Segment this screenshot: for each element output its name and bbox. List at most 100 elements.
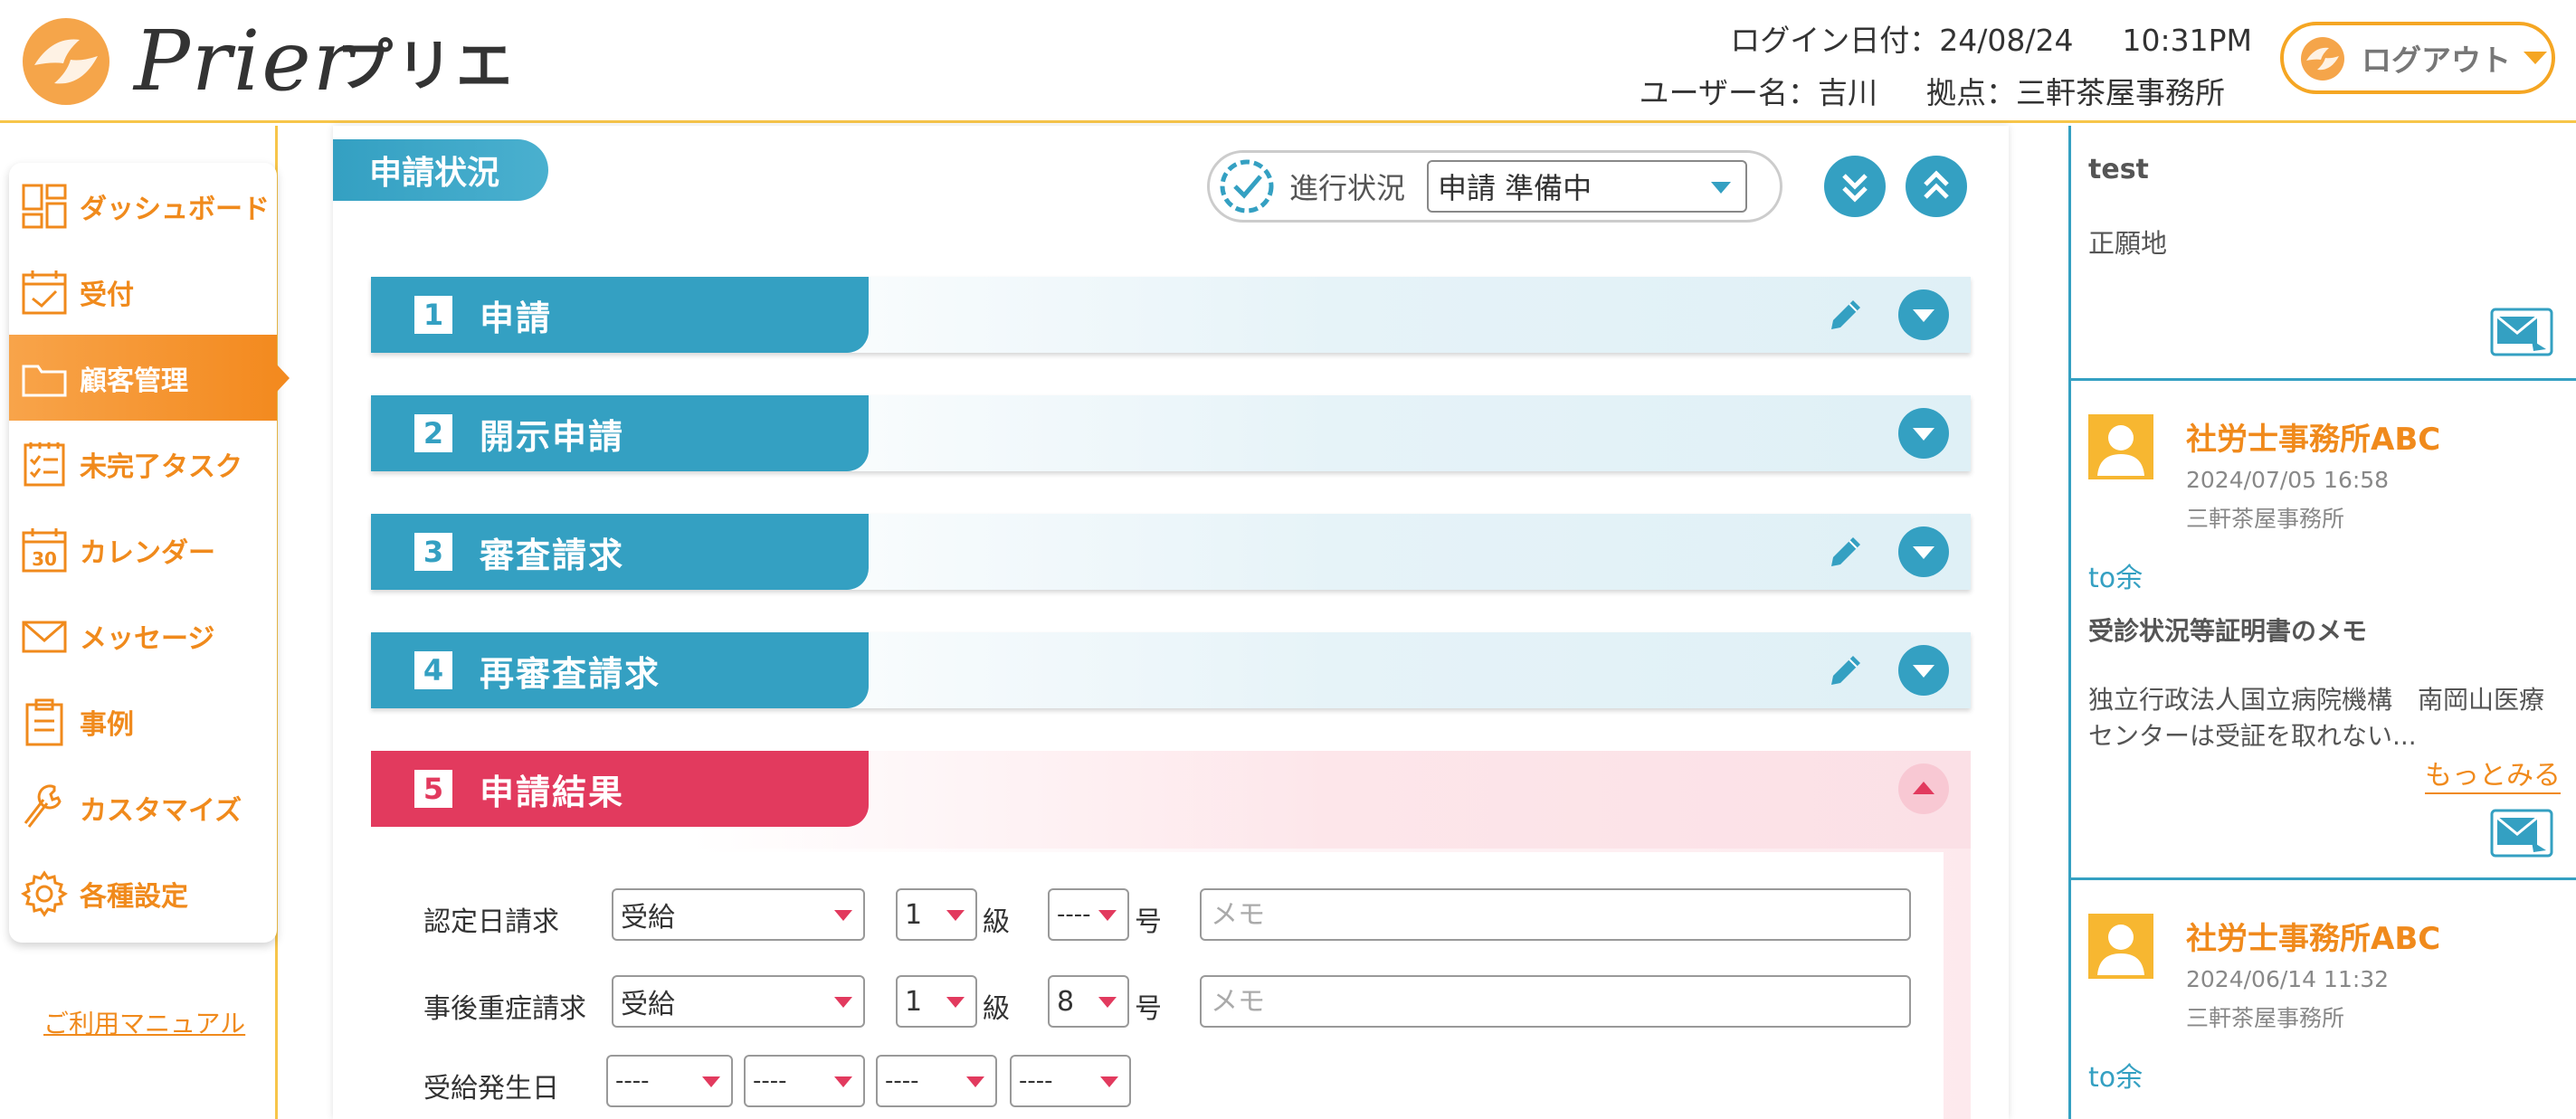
section-title: 審査請求 — [480, 535, 625, 575]
pencil-icon[interactable] — [1824, 649, 1868, 692]
day-select[interactable]: ---- — [1010, 1055, 1131, 1107]
message-branch: 三軒茶屋事務所 — [2186, 506, 2345, 532]
section-title: 申請 — [480, 298, 553, 338]
mail-reply-icon[interactable] — [2490, 809, 2553, 858]
pencil-icon[interactable] — [1824, 293, 1868, 337]
section-number: 3 — [414, 533, 452, 571]
section-reexamination-request[interactable]: 4 再審査請求 — [371, 632, 1971, 708]
caret-down-icon — [1100, 1076, 1118, 1087]
section-application[interactable]: 1 申請 — [371, 277, 1971, 353]
expand-button[interactable] — [1898, 289, 1949, 340]
sidebar-item-label: カレンダー — [80, 536, 215, 569]
progress-check-icon — [1220, 159, 1274, 213]
wrench-icon — [24, 783, 62, 828]
result-panel: 認定日請求 受給 1 級 ---- 号 事後重症請求 受給 1 級 8 号 受給… — [371, 849, 1971, 1119]
certification-date-request-label: 認定日請求 — [423, 906, 559, 938]
memo-input[interactable] — [1200, 888, 1911, 941]
grade-select[interactable]: 1 — [896, 975, 977, 1028]
expand-button[interactable] — [1898, 645, 1949, 696]
dashboard-icon — [22, 184, 67, 228]
login-time: 10:31PM — [2122, 23, 2252, 58]
logout-button[interactable]: ログアウト — [2280, 22, 2555, 94]
logo-text: Prier — [134, 13, 355, 109]
svg-text:30: 30 — [32, 548, 57, 570]
number-unit: 号 — [1135, 993, 1162, 1025]
section-title: 再審査請求 — [480, 653, 661, 694]
status-tab: 申請状況 — [333, 139, 548, 201]
sidebar-item-calendar[interactable]: 30 カレンダー — [9, 507, 277, 593]
caret-down-icon — [1913, 546, 1934, 559]
sidebar-item-reception[interactable]: 受付 — [9, 249, 277, 335]
caret-down-icon — [702, 1076, 720, 1087]
caret-down-icon — [834, 1076, 852, 1087]
caret-down-icon — [946, 910, 965, 921]
sidebar-item-customize[interactable]: カスタマイズ — [9, 764, 277, 850]
caret-down-icon — [1098, 997, 1117, 1008]
month-select[interactable]: ---- — [876, 1055, 997, 1107]
message-subject: 受診状況等証明書のメモ — [2088, 616, 2368, 646]
section-title: 申請結果 — [480, 772, 625, 812]
chevron-down-icon — [2524, 52, 2547, 64]
number-select[interactable]: 8 — [1048, 975, 1129, 1028]
memo-input[interactable] — [1200, 975, 1911, 1028]
progress-select[interactable]: 申請 準備中 — [1427, 160, 1747, 213]
expand-button[interactable] — [1898, 408, 1949, 459]
prier-logo[interactable]: Prier — [16, 9, 353, 109]
double-chevron-down-icon — [1842, 174, 1868, 203]
message-sender[interactable]: 社労士事務所ABC — [2186, 914, 2440, 958]
message-body-line: 独立行政法人国立病院機構 南岡山医療 — [2088, 685, 2545, 715]
caret-down-icon — [1913, 428, 1934, 441]
sidebar-item-messages[interactable]: メッセージ — [9, 593, 277, 678]
section-disclosure-request[interactable]: 2 開示申請 — [371, 395, 1971, 471]
status-select[interactable]: 受給 — [612, 975, 865, 1028]
gear-icon — [21, 869, 68, 917]
grade-unit: 級 — [983, 993, 1010, 1025]
caret-down-icon — [834, 910, 852, 921]
message-datetime: 2024/06/14 11:32 — [2186, 966, 2390, 992]
double-chevron-up-icon — [1924, 170, 1949, 199]
sidebar-item-cases[interactable]: 事例 — [9, 678, 277, 764]
chevron-down-icon — [1711, 182, 1731, 194]
expand-all-button[interactable] — [1824, 156, 1886, 217]
section-application-result[interactable]: 5 申請結果 — [371, 751, 1971, 849]
number-unit: 号 — [1135, 906, 1162, 938]
collapse-button[interactable] — [1898, 763, 1949, 814]
branch-name: 拠点：三軒茶屋事務所 — [1926, 75, 2225, 110]
section-number: 1 — [414, 296, 452, 334]
pencil-icon[interactable] — [1824, 530, 1868, 574]
sidebar-nav: ダッシュボード 受付 顧客管理 未完了タスク 30 カレンダー メッセージ 事例… — [9, 163, 290, 943]
sidebar-item-tasks[interactable]: 未完了タスク — [9, 421, 277, 507]
clipboard-icon — [25, 698, 63, 745]
era-select[interactable]: ---- — [744, 1055, 865, 1107]
sidebar-item-settings[interactable]: 各種設定 — [9, 850, 277, 936]
caret-down-icon — [966, 1076, 984, 1087]
section-examination-request[interactable]: 3 審査請求 — [371, 514, 1971, 590]
status-select[interactable]: 受給 — [612, 888, 865, 941]
grade-select[interactable]: 1 — [896, 888, 977, 941]
login-date: ログイン日付：24/08/24 — [1730, 23, 2074, 58]
sidebar-item-dashboard[interactable]: ダッシュボード — [9, 163, 277, 249]
caret-down-icon — [834, 997, 852, 1008]
caret-down-icon — [1098, 910, 1117, 921]
caret-down-icon — [946, 997, 965, 1008]
message-recipient: to余 — [2088, 563, 2143, 594]
logo-mark-icon — [23, 18, 109, 105]
mail-reply-icon[interactable] — [2490, 308, 2553, 356]
message-body-line: センターは受証を取れない... — [2088, 721, 2417, 751]
sidebar-item-customers[interactable]: 顧客管理 — [9, 335, 290, 421]
benefit-start-date-label: 受給発生日 — [423, 1073, 559, 1105]
read-more-link[interactable]: もっとみる — [2425, 753, 2561, 794]
task-list-icon — [24, 441, 65, 486]
expand-button[interactable] — [1898, 526, 1949, 577]
sidebar-item-label: 顧客管理 — [80, 365, 188, 397]
progress-value: 申請 準備中 — [1438, 171, 1592, 205]
number-select[interactable]: ---- — [1048, 888, 1129, 941]
message-branch: 三軒茶屋事務所 — [2186, 1005, 2345, 1031]
message-sender[interactable]: 社労士事務所ABC — [2186, 414, 2440, 459]
collapse-all-button[interactable] — [1906, 156, 1967, 217]
message-body: 正願地 — [2088, 228, 2168, 259]
manual-link[interactable]: ご利用マニュアル — [43, 1004, 245, 1040]
year-select[interactable]: ---- — [606, 1055, 733, 1107]
sidebar-item-label: メッセージ — [80, 622, 215, 655]
section-title: 開示申請 — [480, 416, 625, 457]
